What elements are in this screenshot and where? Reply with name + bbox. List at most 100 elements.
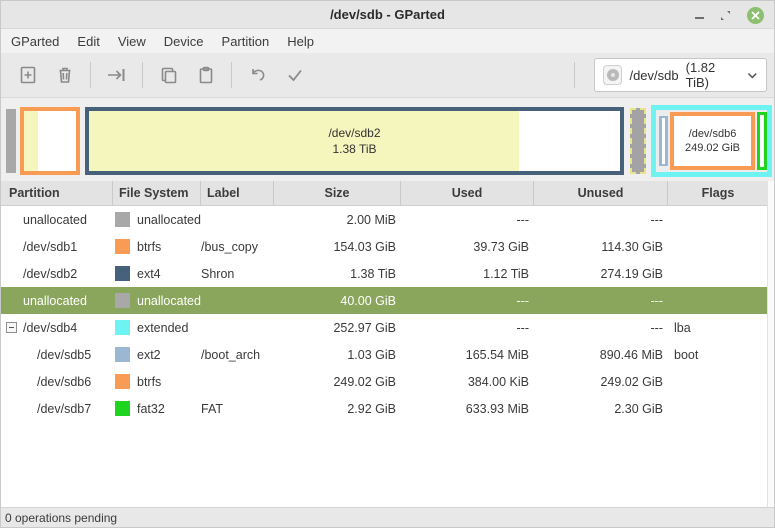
filesystem-name: fat32: [137, 401, 165, 416]
partition-name-text: /dev/sdb4: [23, 320, 78, 335]
visual-segment-sdb7[interactable]: [757, 112, 767, 170]
close-button[interactable]: [747, 6, 764, 24]
size-cell: 2.00 MiB: [346, 212, 396, 227]
restore-button[interactable]: [720, 10, 731, 21]
minimize-button[interactable]: [695, 6, 704, 24]
column-header-used[interactable]: Used: [401, 181, 534, 205]
table-row[interactable]: /dev/sdb2 ext4 Shron 1.38 TiB 1.12 TiB 2…: [1, 260, 769, 287]
new-partition-button[interactable]: [9, 58, 46, 92]
device-selector[interactable]: /dev/sdb (1.82 TiB): [594, 58, 767, 92]
unused-cell: 274.19 GiB: [600, 266, 663, 281]
table-header: Partition File System Label Size Used Un…: [1, 181, 769, 206]
label-cell: [201, 368, 274, 395]
copy-icon: [161, 67, 176, 84]
delete-partition-icon: [59, 67, 70, 83]
visual-segment-sdb2[interactable]: /dev/sdb2 1.38 TiB: [85, 107, 624, 175]
label-cell: FAT: [201, 401, 223, 416]
unused-cell: ---: [650, 320, 664, 335]
segment-name: /dev/sdb2: [328, 126, 381, 140]
undo-button[interactable]: [239, 58, 276, 92]
filesystem-color-swatch: [115, 374, 130, 389]
table-row-selected[interactable]: unallocated unallocated 40.00 GiB --- --…: [1, 287, 769, 314]
table-row[interactable]: /dev/sdb6 btrfs 249.02 GiB 384.00 KiB 24…: [1, 368, 769, 395]
label-cell: [201, 314, 274, 341]
unused-cell: 114.30 GiB: [601, 239, 663, 254]
menu-device[interactable]: Device: [155, 31, 213, 52]
partition-name: /dev/sdb6: [37, 374, 92, 389]
minimize-icon: [695, 17, 704, 19]
partition-name: unallocated: [23, 293, 87, 308]
resize-move-button[interactable]: [98, 58, 135, 92]
menu-help[interactable]: Help: [278, 31, 323, 52]
column-header-label[interactable]: Label: [201, 181, 274, 205]
partition-name: unallocated: [23, 212, 87, 227]
filesystem-cell: ext2: [113, 341, 201, 368]
table-row[interactable]: /dev/sdb1 btrfs /bus_copy 154.03 GiB 39.…: [1, 233, 769, 260]
unused-cell: 249.02 GiB: [600, 374, 663, 389]
unused-cell: 2.30 GiB: [614, 401, 663, 416]
column-header-unused[interactable]: Unused: [534, 181, 668, 205]
resize-move-icon: [107, 69, 124, 81]
visual-segment-unallocated-selected[interactable]: [630, 108, 646, 174]
visual-segment-sdb4-extended[interactable]: /dev/sdb6 249.02 GiB: [651, 105, 772, 177]
filesystem-name: unallocated: [137, 212, 201, 227]
filesystem-cell: fat32: [113, 395, 201, 422]
filesystem-name: ext4: [137, 266, 161, 281]
window-controls: [695, 1, 764, 29]
apply-icon: [287, 69, 302, 82]
filesystem-name: btrfs: [137, 239, 162, 254]
menu-gparted[interactable]: GParted: [2, 31, 68, 52]
flags-cell: [668, 233, 769, 260]
column-header-filesystem[interactable]: File System: [113, 181, 201, 205]
collapse-expander-icon[interactable]: [6, 322, 17, 333]
filesystem-color-swatch: [115, 347, 130, 362]
menu-partition[interactable]: Partition: [213, 31, 279, 52]
visual-segment-sdb1[interactable]: [20, 107, 80, 175]
partition-name: /dev/sdb4: [1, 314, 113, 341]
visual-segment-sdb5[interactable]: [659, 116, 668, 166]
partition-name: /dev/sdb7: [37, 401, 92, 416]
paste-icon: [199, 66, 212, 84]
size-cell: 1.38 TiB: [350, 266, 396, 281]
filesystem-cell: ext4: [113, 260, 201, 287]
size-cell: 154.03 GiB: [333, 239, 396, 254]
partition-visual-bar: /dev/sdb2 1.38 TiB /dev/sdb6 249.02 GiB: [1, 98, 774, 181]
filesystem-name: extended: [137, 320, 189, 335]
label-cell: [201, 206, 274, 233]
toolbar-separator: [574, 62, 575, 88]
menu-edit[interactable]: Edit: [68, 31, 108, 52]
filesystem-name: btrfs: [137, 374, 162, 389]
scrollbar-gutter[interactable]: [767, 181, 774, 507]
pending-operations-text: 0 operations pending: [5, 510, 118, 525]
table-row[interactable]: /dev/sdb4 extended 252.97 GiB --- --- lb…: [1, 314, 769, 341]
menu-view[interactable]: View: [109, 31, 155, 52]
flags-cell: [668, 206, 769, 233]
unused-cell: ---: [650, 293, 664, 308]
table-row[interactable]: /dev/sdb7 fat32 FAT 2.92 GiB 633.93 MiB …: [1, 395, 769, 422]
filesystem-name: ext2: [137, 347, 161, 362]
used-cell: 39.73 GiB: [473, 239, 529, 254]
size-cell: 249.02 GiB: [333, 374, 396, 389]
column-header-size[interactable]: Size: [274, 181, 401, 205]
column-header-partition[interactable]: Partition: [1, 181, 113, 205]
segment-size: 249.02 GiB: [684, 142, 741, 154]
copy-button[interactable]: [150, 58, 187, 92]
filesystem-color-swatch: [115, 293, 130, 308]
apply-button[interactable]: [276, 58, 313, 92]
visual-segment-unallocated-1[interactable]: [6, 109, 16, 173]
table-row[interactable]: /dev/sdb5 ext2 /boot_arch 1.03 GiB 165.5…: [1, 341, 769, 368]
device-size: (1.82 TiB): [685, 60, 716, 90]
delete-partition-button[interactable]: [46, 58, 83, 92]
size-cell: 40.00 GiB: [340, 293, 396, 308]
segment-label: /dev/sdb2 1.38 TiB: [89, 111, 620, 171]
size-cell: 252.97 GiB: [333, 320, 396, 335]
segment-label: /dev/sdb6 249.02 GiB: [674, 116, 751, 166]
paste-button[interactable]: [187, 58, 224, 92]
column-header-flags[interactable]: Flags: [668, 181, 769, 205]
flags-cell: [668, 287, 769, 314]
used-cell: 384.00 KiB: [467, 374, 529, 389]
flags-cell: lba: [674, 320, 691, 335]
used-cell: ---: [516, 320, 530, 335]
table-row[interactable]: unallocated unallocated 2.00 MiB --- ---: [1, 206, 769, 233]
visual-segment-sdb6[interactable]: /dev/sdb6 249.02 GiB: [670, 112, 755, 170]
